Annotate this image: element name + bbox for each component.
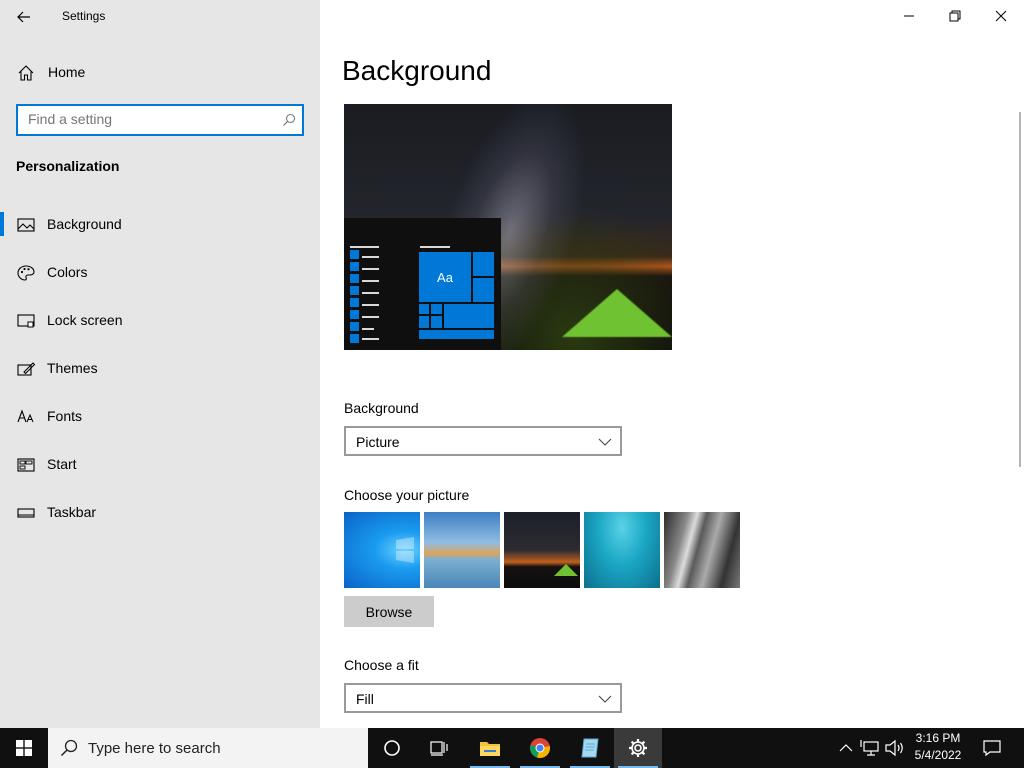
fit-dropdown[interactable]: Fill [344,683,622,713]
task-view-button[interactable] [416,728,464,768]
lock-screen-icon [17,314,35,328]
sidebar-item-label: Home [48,64,86,80]
minimize-icon [904,15,914,17]
scrollbar[interactable] [1019,112,1021,467]
cortana-icon [384,740,400,756]
picture-thumbnail[interactable] [344,512,420,588]
chevron-down-icon [598,695,612,703]
picture-icon [17,218,35,232]
search-box[interactable] [16,104,304,136]
start-icon [17,458,35,472]
background-dropdown[interactable]: Picture [344,426,622,456]
back-button[interactable] [8,2,40,32]
sidebar: Settings Home Personalization Background… [0,0,320,728]
file-explorer-button[interactable] [466,728,514,768]
sidebar-item-label: Fonts [47,408,83,424]
fonts-icon [17,409,34,423]
taskbar: Type here to search [0,728,1024,768]
clock-time[interactable]: 3:16 PM [910,731,966,745]
notepad-icon [581,738,599,758]
preview-start-menu: Aa [344,218,501,350]
taskbar-search-placeholder: Type here to search [88,740,221,757]
section-title: Personalization [16,158,120,174]
background-label: Background [344,400,419,416]
search-input[interactable] [28,111,268,127]
sidebar-item-label: Themes [47,360,98,376]
close-icon [995,10,1007,22]
picture-thumbnail[interactable] [584,512,660,588]
sidebar-item-label: Taskbar [47,504,97,520]
settings-button[interactable] [614,728,662,768]
notepad-button[interactable] [566,728,614,768]
notification-icon [983,740,1001,757]
cortana-button[interactable] [368,728,416,768]
clock-date[interactable]: 5/4/2022 [910,748,966,762]
close-button[interactable] [978,0,1024,32]
sidebar-item-background[interactable]: Background [0,205,320,245]
windows-logo-icon [16,740,32,756]
page-title: Background [342,55,492,86]
sidebar-item-lock-screen[interactable]: Lock screen [0,301,320,341]
chrome-button[interactable] [516,728,564,768]
app-title: Settings [62,9,106,23]
picture-thumbnail[interactable] [424,512,500,588]
choose-picture-label: Choose your picture [344,487,470,503]
picture-thumbnail[interactable] [504,512,580,588]
picture-thumbnail[interactable] [664,512,740,588]
sidebar-item-label: Start [47,456,77,472]
themes-icon [17,362,36,376]
chevron-up-icon [839,744,853,752]
back-arrow-icon [17,11,30,23]
volume-icon [885,739,903,757]
palette-icon [17,265,35,281]
start-button[interactable] [0,728,48,768]
search-icon [60,739,78,757]
show-hidden-icons-button[interactable] [836,738,856,758]
restore-button[interactable] [932,0,978,32]
background-dropdown-value: Picture [356,434,400,450]
search-icon[interactable] [282,113,296,127]
file-explorer-icon [480,742,500,756]
home-icon [18,65,34,81]
choose-fit-label: Choose a fit [344,657,419,673]
network-icon [860,740,879,756]
chrome-icon [530,738,550,758]
browse-button[interactable]: Browse [344,596,434,627]
taskbar-icon [17,508,35,518]
preview-tile: Aa [419,252,471,302]
sidebar-item-taskbar[interactable]: Taskbar [0,493,320,533]
task-view-icon [430,741,448,756]
taskbar-search-box[interactable]: Type here to search [48,728,368,768]
sidebar-item-colors[interactable]: Colors [0,253,320,293]
minimize-button[interactable] [886,0,932,32]
sidebar-item-themes[interactable]: Themes [0,349,320,389]
fit-dropdown-value: Fill [356,691,374,707]
network-button[interactable] [860,738,882,758]
background-preview: Aa [344,104,672,350]
sidebar-item-label: Lock screen [47,312,123,328]
restore-icon [949,10,961,22]
chevron-down-icon [598,438,612,446]
settings-icon [629,739,647,757]
notifications-button[interactable] [970,728,1014,768]
sidebar-item-home[interactable]: Home [0,53,320,93]
volume-button[interactable] [884,738,906,758]
sidebar-item-start[interactable]: Start [0,445,320,485]
sidebar-item-label: Background [47,216,122,232]
sidebar-item-label: Colors [47,264,88,280]
preview-tent [562,289,672,337]
windows-logo-icon [396,537,414,563]
sidebar-item-fonts[interactable]: Fonts [0,397,320,437]
